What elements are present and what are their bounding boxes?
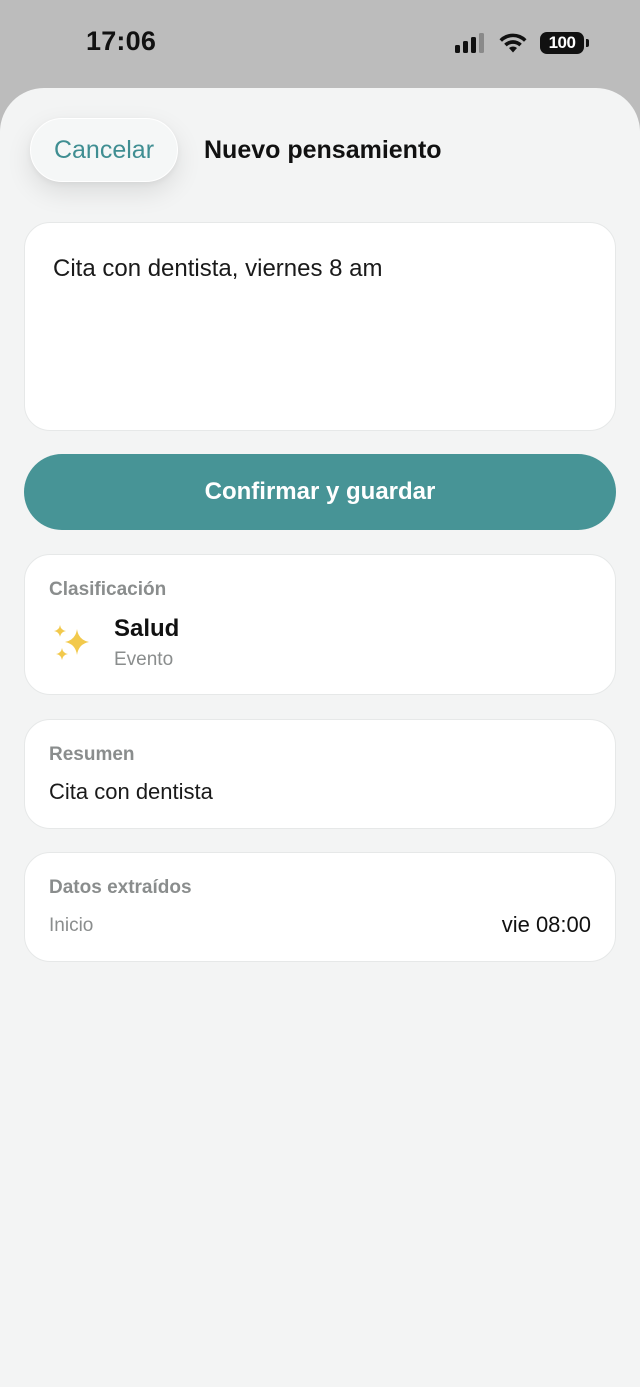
sheet-title: Nuevo pensamiento [204, 136, 442, 164]
extracted-data-card: Datos extraídos Inicio vie 08:00 [24, 852, 616, 962]
wifi-icon [499, 33, 527, 53]
classification-label: Clasificación [49, 579, 167, 600]
field-label-start: Inicio [49, 915, 94, 936]
extracted-data-label: Datos extraídos [49, 877, 192, 898]
cellular-signal-icon [455, 33, 484, 53]
category-type: Evento [114, 649, 174, 670]
battery-level: 100 [548, 33, 576, 52]
thought-input[interactable]: Cita con dentista, viernes 8 am [24, 222, 616, 431]
summary-label: Resumen [49, 744, 135, 765]
summary-text: Cita con dentista [49, 779, 213, 804]
category-name: Salud [114, 615, 180, 642]
field-value-start: vie 08:00 [501, 912, 591, 937]
battery-icon: 100 [540, 32, 589, 54]
thought-text[interactable]: Cita con dentista, viernes 8 am [53, 255, 383, 283]
status-bar: 17:06 100 [0, 0, 640, 88]
classification-card: Clasificación Salud Evento [24, 554, 616, 695]
summary-card: Resumen Cita con dentista [24, 719, 616, 829]
status-icons: 100 [455, 30, 589, 56]
status-time: 17:06 [86, 26, 157, 56]
confirm-and-save-button[interactable]: Confirmar y guardar [24, 454, 616, 530]
sparkles-icon [54, 625, 89, 660]
new-thought-sheet: Cancelar Nuevo pensamiento Cita con dent… [0, 88, 640, 1387]
cancel-button[interactable]: Cancelar [30, 118, 178, 182]
